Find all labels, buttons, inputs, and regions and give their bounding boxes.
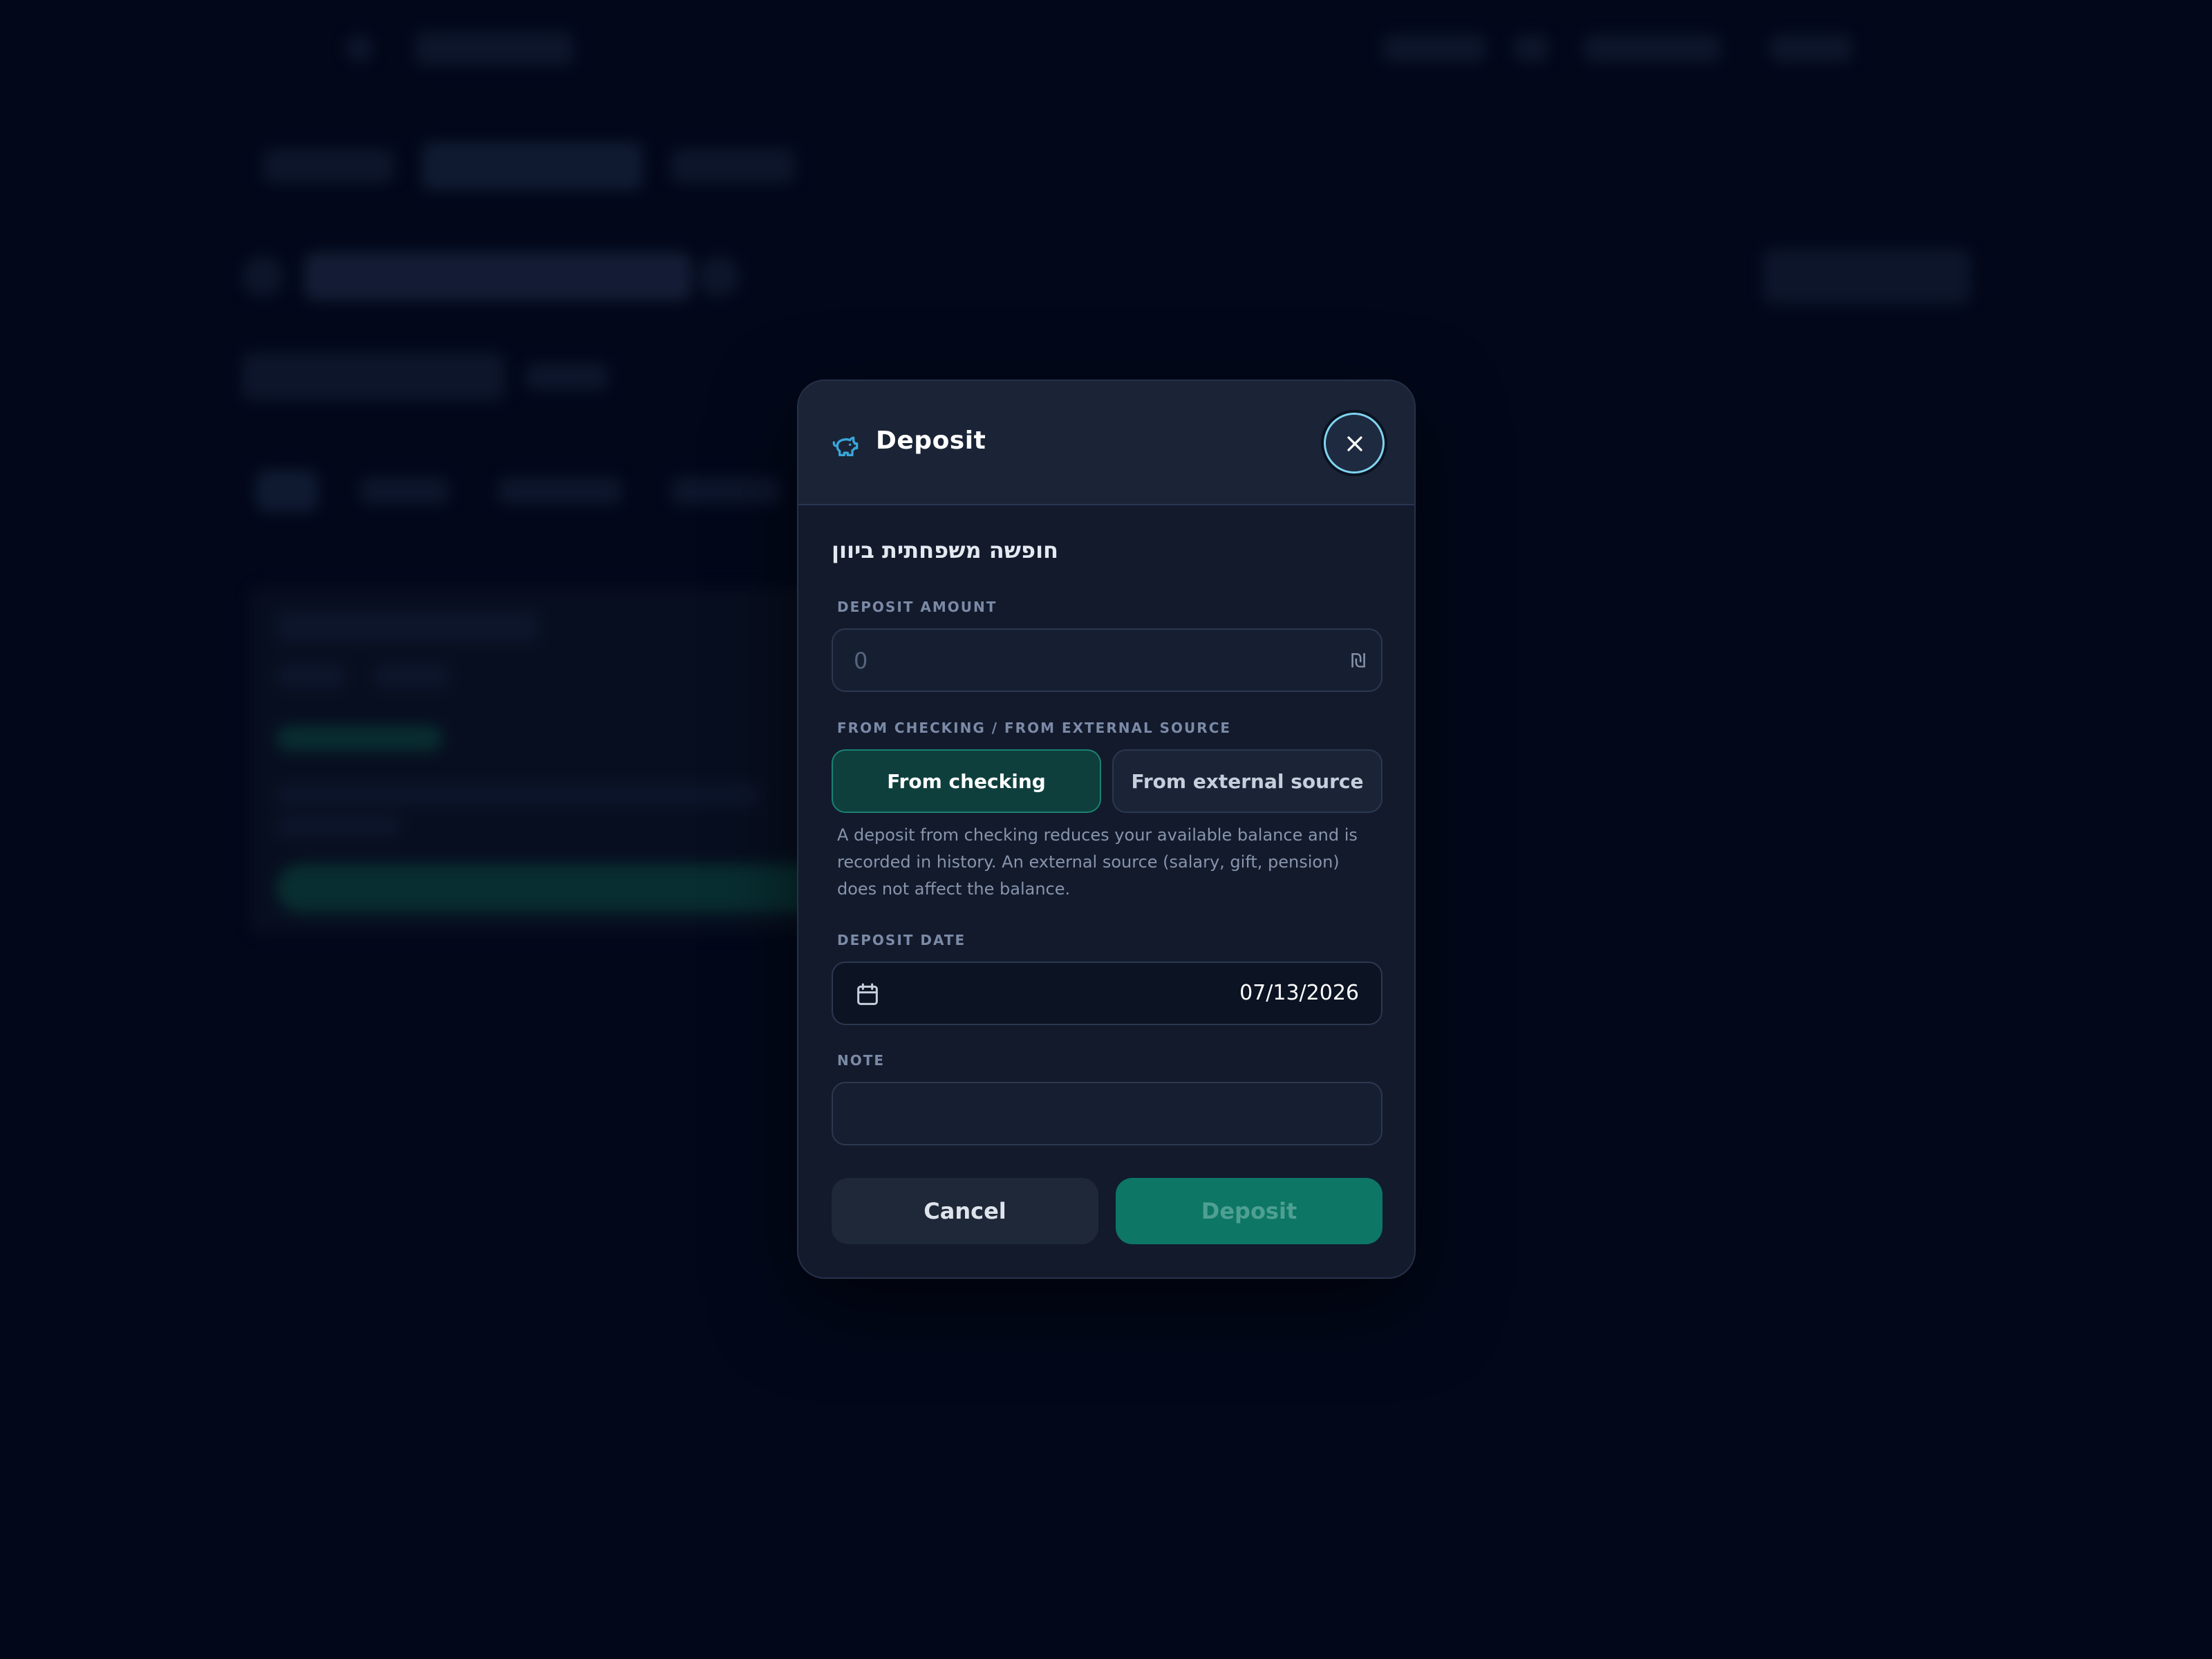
- bg-card-button: [276, 864, 830, 912]
- from-external-source-button[interactable]: From external source: [1112, 749, 1382, 813]
- calendar-icon: [854, 981, 881, 1011]
- deposit-date-value: 07/13/2026: [1239, 981, 1359, 1005]
- bg-action-button: [1763, 249, 1970, 304]
- bg-menu-icon: [346, 35, 373, 62]
- modal-header: Deposit: [798, 381, 1414, 505]
- from-checking-button[interactable]: From checking: [832, 749, 1101, 813]
- note-input[interactable]: [832, 1082, 1382, 1145]
- cancel-button[interactable]: Cancel: [832, 1178, 1098, 1244]
- bg-filter: [525, 363, 608, 391]
- bg-nav-item: [1770, 35, 1853, 62]
- bg-info-icon: [698, 256, 740, 297]
- bg-tab-active: [422, 142, 643, 190]
- modal-title: Deposit: [876, 427, 986, 455]
- bg-logo: [415, 31, 574, 66]
- piggy-bank-icon: [832, 432, 859, 460]
- close-button[interactable]: [1324, 413, 1385, 474]
- deposit-modal: Deposit חופשה משפחתית ביוון DEPOSIT AMOU…: [797, 379, 1416, 1279]
- goal-name: חופשה משפחתית ביוון: [832, 537, 1059, 563]
- bg-nav-item: [1583, 35, 1721, 62]
- bg-nav-item: [1514, 35, 1548, 62]
- bg-card-title: [276, 612, 539, 643]
- note-label: NOTE: [837, 1052, 885, 1069]
- deposit-amount-input[interactable]: 0 ₪: [832, 628, 1382, 692]
- bg-subtab: [256, 470, 318, 512]
- bg-card-text: [276, 785, 760, 805]
- bg-card-text: [276, 816, 401, 836]
- bg-back-icon: [242, 256, 283, 297]
- deposit-date-label: DEPOSIT DATE: [837, 932, 966, 948]
- bg-card-meta: [276, 664, 346, 688]
- source-label: FROM CHECKING / FROM EXTERNAL SOURCE: [837, 720, 1232, 736]
- bg-card-badge: [276, 726, 442, 751]
- source-help-text: A deposit from checking reduces your ava…: [837, 825, 1358, 899]
- deposit-amount-label: DEPOSIT AMOUNT: [837, 599, 997, 615]
- deposit-button[interactable]: Deposit: [1116, 1178, 1382, 1244]
- deposit-amount-placeholder: 0: [854, 648, 868, 674]
- bg-tab: [671, 149, 795, 183]
- bg-subtab: [359, 477, 449, 505]
- bg-filter: [242, 353, 505, 401]
- bg-subtab: [671, 477, 781, 505]
- bg-page-title: [304, 252, 691, 301]
- currency-symbol: ₪: [1351, 649, 1366, 672]
- bg-nav-item: [1382, 35, 1486, 62]
- deposit-date-input[interactable]: 07/13/2026: [832, 962, 1382, 1025]
- bg-tab: [263, 149, 394, 183]
- bg-card-meta: [373, 664, 449, 688]
- bg-subtab: [498, 477, 622, 505]
